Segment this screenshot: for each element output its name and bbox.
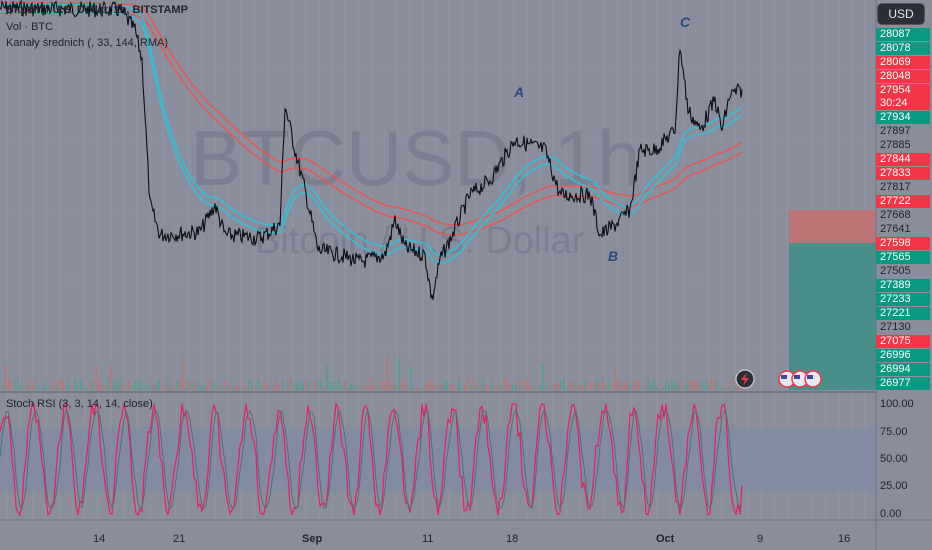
price-axis-label: 28078 [876,42,930,55]
rsi-axis-label: 75.00 [880,426,908,438]
time-axis-label: Sep [302,533,323,545]
price-axis-label: 27897 [880,125,911,137]
volume-legend[interactable]: Vol · BTC [6,20,53,34]
price-chart[interactable]: BTCUSD, 1h Bitcoin / U.S. Dollar [0,0,932,550]
price-axis-label: 27954 [876,84,930,97]
price-axis-label: 27885 [880,139,911,151]
short-position-risk-zone[interactable] [789,210,876,243]
time-axis-label: Oct [656,533,675,545]
rsi-axis-label: 50.00 [880,453,908,465]
price-axis-label: 26996 [876,349,930,362]
rsi-axis-label: 100.00 [880,398,914,410]
currency-button[interactable]: USD [877,3,925,25]
price-axis-label: 28087 [876,28,930,41]
price-axis-label: 27505 [880,265,911,277]
ma-channel-legend[interactable]: Kanały średnich (, 33, 144, RMA) [6,36,168,50]
price-axis-label: 27844 [876,153,930,166]
price-axis-label: 28069 [876,56,930,69]
chart-root: BTCUSD, 1h Bitcoin / U.S. Dollar Bitcoin… [0,0,932,550]
price-axis-label: 27833 [876,167,930,180]
time-axis-label: 18 [506,533,519,545]
wave-label-c: C [680,14,691,30]
price-axis-label: 27130 [880,321,911,333]
price-axis-label: 27641 [880,223,911,235]
price-axis-label: 27233 [876,293,930,306]
time-axis-label: 11 [422,533,434,545]
price-axis-label: 27668 [880,209,911,221]
price-axis-label: 27221 [876,307,930,320]
stoch-rsi-legend[interactable]: Stoch RSI (3, 3, 14, 14, close) [6,397,153,411]
short-position-profit-zone[interactable] [789,243,876,390]
wave-label-a: A [514,84,525,100]
price-axis-label: 27565 [876,251,930,264]
price-axis-label: 26977 [876,377,930,390]
price-axis-label: 30:24 [876,97,930,110]
chart-title[interactable]: Bitcoin / U.S. Dollar, 1h, BITSTAMP [6,3,188,17]
us-flag-icon[interactable] [804,370,822,388]
price-axis-label: 27817 [880,181,911,193]
rsi-axis-label: 25.00 [880,480,908,492]
time-axis-label: 21 [173,533,186,545]
price-axis-label: 27075 [876,335,930,348]
time-axis-label: 14 [93,533,106,545]
rsi-axis-label: 0.00 [880,508,902,520]
time-axis-label: 16 [838,533,851,545]
price-axis-label: 28048 [876,70,930,83]
price-axis-label: 27389 [876,279,930,292]
price-axis-label: 27934 [876,111,930,124]
time-axis-label: 9 [757,533,764,545]
price-axis-label: 27722 [876,195,930,208]
lightning-icon[interactable] [735,369,755,389]
wave-label-b: B [608,248,619,264]
price-axis-label: 27598 [876,237,930,250]
price-axis-label: 26994 [876,363,930,376]
